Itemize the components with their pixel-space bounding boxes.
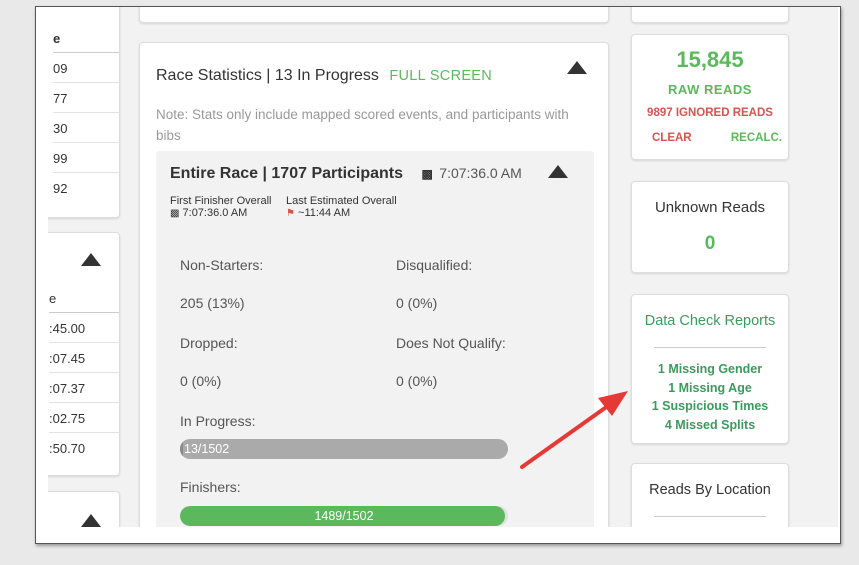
table-row[interactable]: :07.37 — [49, 373, 119, 403]
entire-race-title: Entire Race | 1707 Participants — [170, 165, 404, 182]
collapse-triangle-icon[interactable] — [567, 61, 587, 74]
first-finisher-block: First Finisher Overall ▩ 7:07:36.0 AM — [170, 195, 271, 219]
table-row[interactable]: 99 — [53, 143, 119, 173]
reads-by-location-divider — [654, 516, 766, 517]
missed-splits-link[interactable]: 4 Missed Splits — [632, 416, 788, 435]
column-header-label: e — [49, 291, 57, 306]
entire-race-time: 7:07:36.0 AM — [439, 165, 522, 181]
ignored-reads-label: 9897 IGNORED READS — [647, 107, 773, 119]
column-header-label: e — [53, 31, 61, 46]
checkered-flag-icon: ▩ — [421, 167, 433, 181]
data-check-list: 1 Missing Gender 1 Missing Age 1 Suspici… — [632, 360, 788, 434]
clear-button[interactable]: CLEAR — [652, 132, 692, 144]
cell: 09 — [53, 61, 68, 76]
left-table-card-top: e 09 77 30 99 92 — [48, 7, 120, 218]
disqualified-value: 0 (0%) — [396, 295, 438, 311]
table-row[interactable]: 77 — [53, 83, 119, 113]
dnq-label: Does Not Qualify: — [396, 335, 506, 351]
data-check-divider — [654, 347, 766, 348]
finishers-bar: 1489/1502 — [180, 506, 508, 526]
table-header: e — [49, 283, 119, 313]
cell: 77 — [53, 91, 68, 106]
table-row[interactable]: 30 — [53, 113, 119, 143]
race-stats-title: Race Statistics | 13 In Progress — [156, 67, 379, 84]
table-row[interactable]: :02.75 — [49, 403, 119, 433]
dropped-value: 0 (0%) — [180, 373, 222, 389]
cell: :07.45 — [49, 351, 86, 366]
race-statistics-card: Race Statistics | 13 In Progress FULL SC… — [139, 42, 609, 527]
previous-right-card-bottom — [631, 7, 789, 23]
raw-reads-card: 15,845 RAW READS 9897 IGNORED READS CLEA… — [631, 34, 789, 160]
cell: :50.70 — [49, 441, 86, 456]
in-progress-bar-text: 13/1502 — [184, 442, 230, 456]
first-finisher-label: First Finisher Overall — [170, 195, 272, 207]
raw-reads-count: 15,845 — [676, 47, 744, 72]
red-flag-icon: ⚑ — [286, 208, 295, 219]
data-check-title: Data Check Reports — [644, 313, 776, 329]
last-estimated-label: Last Estimated Overall — [286, 195, 397, 207]
cell: 99 — [53, 151, 68, 166]
recalc-button[interactable]: RECALC. — [731, 132, 782, 144]
table-row[interactable]: 09 — [53, 53, 119, 83]
finishers-label: Finishers: — [180, 479, 241, 495]
left-table-card-bottom — [48, 491, 120, 527]
missing-age-link[interactable]: 1 Missing Age — [632, 379, 788, 398]
reads-by-location-card: Reads By Location — [631, 463, 789, 527]
page-canvas: e 09 77 30 99 92 e :45.00 :07.45 :07.37 … — [48, 7, 838, 527]
dnq-value: 0 (0%) — [396, 373, 438, 389]
table-row[interactable]: 92 — [53, 173, 119, 203]
cell: :45.00 — [49, 321, 86, 336]
cell: 92 — [53, 181, 68, 196]
raw-reads-label: RAW READS — [668, 82, 752, 97]
entire-race-title-row: Entire Race | 1707 Participants ▩ 7:07:3… — [170, 165, 522, 183]
collapse-triangle-icon[interactable] — [81, 253, 101, 266]
stats-note: Note: Stats only include mapped scored e… — [156, 107, 569, 143]
in-progress-label: In Progress: — [180, 413, 256, 429]
in-progress-bar: 13/1502 — [180, 439, 508, 459]
cell: 30 — [53, 121, 68, 136]
previous-card-bottom — [139, 7, 609, 23]
unknown-reads-title: Unknown Reads — [654, 199, 766, 216]
unknown-reads-card: Unknown Reads 0 — [631, 181, 789, 273]
non-starters-label: Non-Starters: — [180, 257, 264, 273]
reads-by-location-title: Reads By Location — [649, 482, 771, 498]
table-row[interactable]: :45.00 — [49, 313, 119, 343]
non-starters-value: 205 (13%) — [180, 295, 245, 311]
first-finisher-value-row: ▩ 7:07:36.0 AM — [170, 207, 271, 219]
table-row[interactable]: :07.45 — [49, 343, 119, 373]
last-estimated-value-row: ⚑ ~11:44 AM — [286, 207, 397, 219]
disqualified-label: Disqualified: — [396, 257, 473, 273]
screenshot-frame: e 09 77 30 99 92 e :45.00 :07.45 :07.37 … — [35, 6, 841, 544]
table-header: e — [53, 23, 119, 53]
cell: :07.37 — [49, 381, 86, 396]
dropped-label: Dropped: — [180, 335, 238, 351]
collapse-triangle-icon[interactable] — [548, 165, 568, 178]
last-estimated-value: ~11:44 AM — [298, 207, 351, 219]
cell: :02.75 — [49, 411, 86, 426]
left-table-card-mid: e :45.00 :07.45 :07.37 :02.75 :50.70 — [48, 232, 120, 476]
last-estimated-block: Last Estimated Overall ⚑ ~11:44 AM — [286, 195, 397, 219]
finishers-bar-text: 1489/1502 — [314, 509, 374, 523]
data-check-reports-card: Data Check Reports 1 Missing Gender 1 Mi… — [631, 294, 789, 444]
suspicious-times-link[interactable]: 1 Suspicious Times — [632, 397, 788, 416]
first-finisher-value: 7:07:36.0 AM — [182, 207, 248, 219]
checkered-flag-icon: ▩ — [170, 208, 180, 219]
missing-gender-link[interactable]: 1 Missing Gender — [632, 360, 788, 379]
race-stats-title-row: Race Statistics | 13 In Progress FULL SC… — [156, 67, 492, 85]
entire-race-panel: Entire Race | 1707 Participants ▩ 7:07:3… — [156, 151, 594, 527]
table-row[interactable]: :50.70 — [49, 433, 119, 463]
in-progress-bar-fill — [180, 439, 183, 459]
collapse-triangle-icon[interactable] — [81, 514, 101, 527]
full-screen-button[interactable]: FULL SCREEN — [389, 68, 492, 84]
unknown-reads-value: 0 — [704, 233, 716, 254]
